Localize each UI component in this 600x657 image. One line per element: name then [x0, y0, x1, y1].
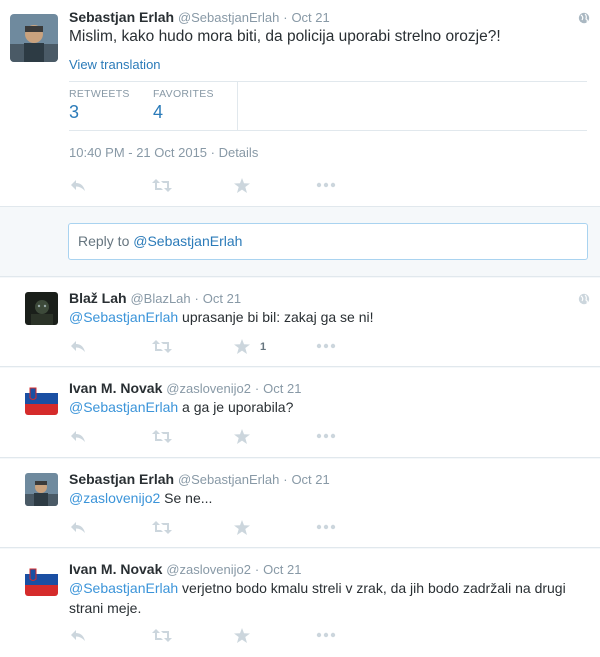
favorites-label[interactable]: FAVORITES [153, 88, 214, 100]
reply-header: Ivan M. Novak @zaslovenijo2 · Oct 21 [69, 561, 301, 577]
reply-placeholder: Reply to [78, 233, 134, 249]
separator-dot: · [194, 291, 199, 306]
tweet-actions [70, 178, 350, 196]
favorite-icon[interactable] [234, 339, 254, 357]
more-icon[interactable] [316, 433, 336, 451]
tweet-timestamp[interactable]: Oct 21 [263, 562, 301, 577]
avatar-sebastjan-erlah[interactable] [10, 14, 58, 62]
reply-tweet: Ivan M. Novak @zaslovenijo2 · Oct 21 @Se… [0, 549, 600, 657]
avatar-ivan-novak[interactable] [25, 382, 58, 415]
globe-icon [578, 12, 590, 24]
stats-divider-vertical [237, 82, 238, 130]
mention-link[interactable]: @SebastjanErlah [69, 580, 178, 596]
author-fullname[interactable]: Blaž Lah [69, 290, 127, 306]
reply-input[interactable]: Reply to @SebastjanErlah [68, 223, 588, 260]
reply-icon[interactable] [70, 339, 90, 357]
reply-icon[interactable] [70, 628, 90, 646]
reply-tweet: Blaž Lah @BlazLah · Oct 21 @SebastjanErl… [0, 278, 600, 367]
author-screenname[interactable]: @zaslovenijo2 [166, 562, 251, 577]
tweet-datetime[interactable]: 10:40 PM - 21 Oct 2015 · Details [69, 145, 258, 160]
reply-body: Se ne... [160, 490, 213, 506]
reply-box-container: Reply to @SebastjanErlah [0, 208, 600, 277]
tweet-header: Sebastjan Erlah @SebastjanErlah · Oct 21 [69, 9, 330, 25]
favorite-icon[interactable] [234, 520, 254, 538]
separator-dot: · [254, 562, 260, 577]
retweets-label[interactable]: RETWEETS [69, 88, 130, 100]
tweet-timestamp[interactable]: Oct 21 [291, 10, 329, 25]
reply-text: @SebastjanErlah uprasanje bi bil: zakaj … [69, 307, 589, 327]
reply-body: uprasanje bi bil: zakaj ga se ni! [178, 309, 374, 325]
tweet-actions [70, 628, 350, 646]
retweets-count[interactable]: 3 [69, 102, 79, 123]
more-icon[interactable] [316, 182, 336, 200]
reply-text: @zaslovenijo2 Se ne... [69, 488, 589, 508]
reply-icon[interactable] [70, 178, 90, 196]
separator-dot: · [283, 472, 288, 487]
tweet-actions [70, 520, 350, 538]
more-icon[interactable] [316, 632, 336, 650]
author-fullname[interactable]: Sebastjan Erlah [69, 471, 174, 487]
avatar-ivan-novak[interactable] [25, 563, 58, 596]
reply-placeholder-mention: @SebastjanErlah [133, 233, 243, 249]
author-screenname[interactable]: @SebastjanErlah [178, 10, 279, 25]
globe-icon [578, 293, 590, 305]
author-fullname[interactable]: Sebastjan Erlah [69, 9, 174, 25]
reply-icon[interactable] [70, 520, 90, 538]
mention-link[interactable]: @SebastjanErlah [69, 399, 178, 415]
favorites-count[interactable]: 4 [153, 102, 163, 123]
tweet-actions: 1 [70, 339, 350, 357]
author-screenname[interactable]: @BlazLah [130, 291, 190, 306]
favorite-count[interactable]: 1 [260, 341, 266, 353]
tweet-timestamp[interactable]: Oct 21 [263, 381, 301, 396]
reply-icon[interactable] [70, 429, 90, 447]
reply-tweet: Sebastjan Erlah @SebastjanErlah · Oct 21… [0, 459, 600, 548]
mention-link[interactable]: @zaslovenijo2 [69, 490, 160, 506]
retweet-icon[interactable] [152, 178, 172, 196]
tweet-timestamp[interactable]: Oct 21 [203, 291, 241, 306]
author-fullname[interactable]: Ivan M. Novak [69, 561, 162, 577]
retweet-icon[interactable] [152, 628, 172, 646]
stats-divider-bottom [69, 130, 587, 131]
main-tweet: Sebastjan Erlah @SebastjanErlah · Oct 21… [0, 0, 600, 207]
separator-dot: · [254, 381, 260, 396]
retweet-icon[interactable] [152, 429, 172, 447]
view-translation-link[interactable]: View translation [69, 57, 161, 72]
retweet-icon[interactable] [152, 339, 172, 357]
more-icon[interactable] [316, 343, 336, 361]
favorite-icon[interactable] [234, 628, 254, 646]
author-fullname[interactable]: Ivan M. Novak [69, 380, 162, 396]
reply-text: @SebastjanErlah verjetno bodo kmalu stre… [69, 578, 569, 618]
tweet-text: Mislim, kako hudo mora biti, da policija… [69, 28, 501, 45]
reply-header: Ivan M. Novak @zaslovenijo2 · Oct 21 [69, 380, 301, 396]
retweet-icon[interactable] [152, 520, 172, 538]
stats-divider-top [69, 81, 587, 82]
reply-text: @SebastjanErlah a ga je uporabila? [69, 397, 589, 417]
avatar-blaz-lah[interactable] [25, 292, 58, 325]
author-screenname[interactable]: @zaslovenijo2 [166, 381, 251, 396]
reply-header: Sebastjan Erlah @SebastjanErlah · Oct 21 [69, 471, 330, 487]
favorite-icon[interactable] [234, 178, 254, 196]
tweet-actions [70, 429, 350, 447]
more-icon[interactable] [316, 524, 336, 542]
favorite-icon[interactable] [234, 429, 254, 447]
tweet-timestamp[interactable]: Oct 21 [291, 472, 329, 487]
avatar-sebastjan-erlah[interactable] [25, 473, 58, 506]
reply-body: a ga je uporabila? [178, 399, 294, 415]
reply-tweet: Ivan M. Novak @zaslovenijo2 · Oct 21 @Se… [0, 368, 600, 458]
separator-dot: · [283, 10, 288, 25]
mention-link[interactable]: @SebastjanErlah [69, 309, 178, 325]
author-screenname[interactable]: @SebastjanErlah [178, 472, 279, 487]
reply-header: Blaž Lah @BlazLah · Oct 21 [69, 290, 241, 306]
